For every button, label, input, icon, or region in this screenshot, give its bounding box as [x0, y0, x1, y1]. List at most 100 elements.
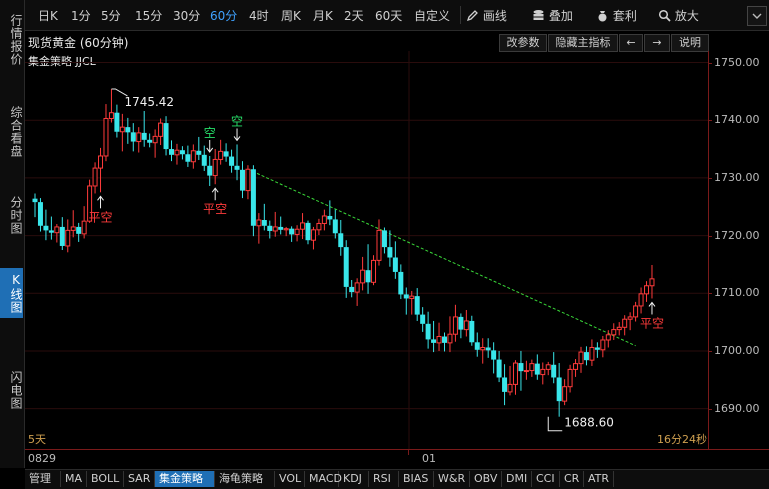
- indicator-tab[interactable]: DMI: [502, 471, 532, 487]
- cover-short-signal: 平空: [640, 316, 664, 330]
- candle-body: [491, 350, 497, 360]
- tab-flash[interactable]: 闪电图: [0, 365, 23, 415]
- candle-body: [256, 219, 262, 227]
- candle-body: [474, 342, 480, 350]
- magnifier-icon: [658, 9, 671, 22]
- indicator-tab[interactable]: ATR: [584, 471, 614, 487]
- period-day[interactable]: 日K: [38, 7, 58, 24]
- candle-body: [502, 377, 508, 392]
- price-axis-tick: [708, 408, 712, 410]
- high-price-label: 1745.42: [124, 95, 174, 109]
- low-price-label: 1688.60: [564, 416, 614, 430]
- candle-body: [387, 247, 393, 258]
- candle-body: [207, 165, 213, 176]
- side-tabs: 行情报价 综合看盘 分时图 K线图 闪电图: [0, 0, 25, 468]
- candle-body: [458, 316, 464, 330]
- tab-timeshare[interactable]: 分时图: [0, 190, 23, 240]
- tab-overview[interactable]: 综合看盘: [0, 100, 23, 164]
- period-60day[interactable]: 60天: [375, 7, 402, 24]
- indicator-tab[interactable]: MA: [61, 471, 87, 487]
- candle-body: [294, 228, 300, 235]
- indicator-tab[interactable]: SAR: [124, 471, 155, 487]
- candle-body: [463, 320, 469, 331]
- candle-body: [332, 219, 338, 234]
- indicator-tab[interactable]: W&R: [434, 471, 470, 487]
- short-signal: 空: [204, 126, 216, 140]
- period-4h[interactable]: 4时: [249, 7, 269, 24]
- help-button[interactable]: 说明: [671, 34, 709, 52]
- range-note: 5天: [28, 433, 46, 446]
- candle-body: [229, 156, 235, 166]
- candlestick-chart[interactable]: 1745.421688.60平空平空空空平空: [25, 51, 709, 449]
- candle-body: [239, 169, 245, 191]
- indicator-tab[interactable]: KDJ: [339, 471, 369, 487]
- instrument-title: 现货黄金 (60分钟): [28, 36, 129, 50]
- candle-body: [300, 222, 306, 230]
- zoom-label: 放大: [674, 9, 699, 23]
- price-axis-label: 1710.00: [714, 286, 760, 300]
- price-axis-tick: [708, 177, 712, 179]
- indicator-tab[interactable]: MACD: [305, 471, 342, 487]
- period-1m[interactable]: 1分: [71, 7, 91, 24]
- candle-body: [578, 351, 584, 365]
- candle-body: [518, 363, 524, 372]
- candle-body: [245, 168, 251, 192]
- indicator-tab[interactable]: BOLL: [87, 471, 124, 487]
- candle-body: [65, 229, 71, 247]
- toolbar-divider: [460, 6, 461, 24]
- tab-quotes[interactable]: 行情报价: [0, 8, 23, 72]
- time-label-01: 01: [422, 452, 436, 465]
- candle-body: [234, 165, 240, 170]
- candle-body: [37, 202, 43, 226]
- period-custom[interactable]: 自定义: [414, 7, 450, 24]
- indicator-tab[interactable]: CCI: [532, 471, 560, 487]
- overlay-button[interactable]: 叠加: [532, 7, 573, 24]
- candle-body: [103, 117, 109, 157]
- period-2day[interactable]: 2天: [344, 7, 364, 24]
- candle-body: [360, 269, 366, 284]
- period-15m[interactable]: 15分: [135, 7, 162, 24]
- zoom-button[interactable]: 放大: [658, 7, 699, 24]
- indicator-tab[interactable]: OBV: [470, 471, 502, 487]
- candle-body: [452, 316, 458, 335]
- indicator-tab[interactable]: BIAS: [399, 471, 434, 487]
- indicator-tab[interactable]: 管理: [25, 471, 61, 487]
- candle-body: [321, 215, 327, 224]
- period-week[interactable]: 周K: [281, 7, 301, 24]
- candle-body: [278, 226, 284, 230]
- period-5m[interactable]: 5分: [101, 7, 121, 24]
- scroll-left-button[interactable]: ←: [619, 34, 643, 52]
- candle-body: [130, 132, 136, 142]
- candle-body: [316, 222, 322, 231]
- candle-body: [594, 347, 600, 350]
- candle-body: [431, 339, 437, 343]
- draw-line-button[interactable]: 画线: [466, 7, 507, 24]
- indicator-tab[interactable]: VOL: [275, 471, 305, 487]
- price-axis-label: 1700.00: [714, 343, 760, 357]
- indicator-tab[interactable]: 集金策略: [155, 471, 215, 487]
- tab-kline[interactable]: K线图: [0, 268, 23, 318]
- candle-body: [414, 296, 420, 315]
- candle-body: [92, 167, 98, 187]
- time-axis: [25, 449, 769, 469]
- candle-body: [114, 112, 120, 132]
- scroll-right-button[interactable]: →: [644, 34, 670, 52]
- period-60m[interactable]: 60分: [210, 7, 237, 24]
- collapse-toolbar-button[interactable]: [747, 6, 767, 26]
- candle-body: [638, 293, 644, 307]
- price-axis-label: 1730.00: [714, 170, 760, 184]
- candle-body: [261, 220, 267, 226]
- database-icon: [533, 10, 544, 20]
- candle-body: [469, 320, 475, 343]
- indicator-tab[interactable]: 海龟策略: [215, 471, 275, 487]
- edit-params-button[interactable]: 改参数: [499, 34, 547, 52]
- candle-body: [425, 323, 431, 340]
- arbitrage-button[interactable]: 套利: [596, 7, 637, 24]
- indicator-tab[interactable]: CR: [560, 471, 584, 487]
- indicator-tab[interactable]: RSI: [369, 471, 399, 487]
- hide-main-indicator-button[interactable]: 隐藏主指标: [548, 34, 618, 52]
- cover-short-signal: 平空: [89, 210, 113, 224]
- period-30m[interactable]: 30分: [173, 7, 200, 24]
- period-month[interactable]: 月K: [313, 7, 333, 24]
- candle-body: [190, 150, 196, 163]
